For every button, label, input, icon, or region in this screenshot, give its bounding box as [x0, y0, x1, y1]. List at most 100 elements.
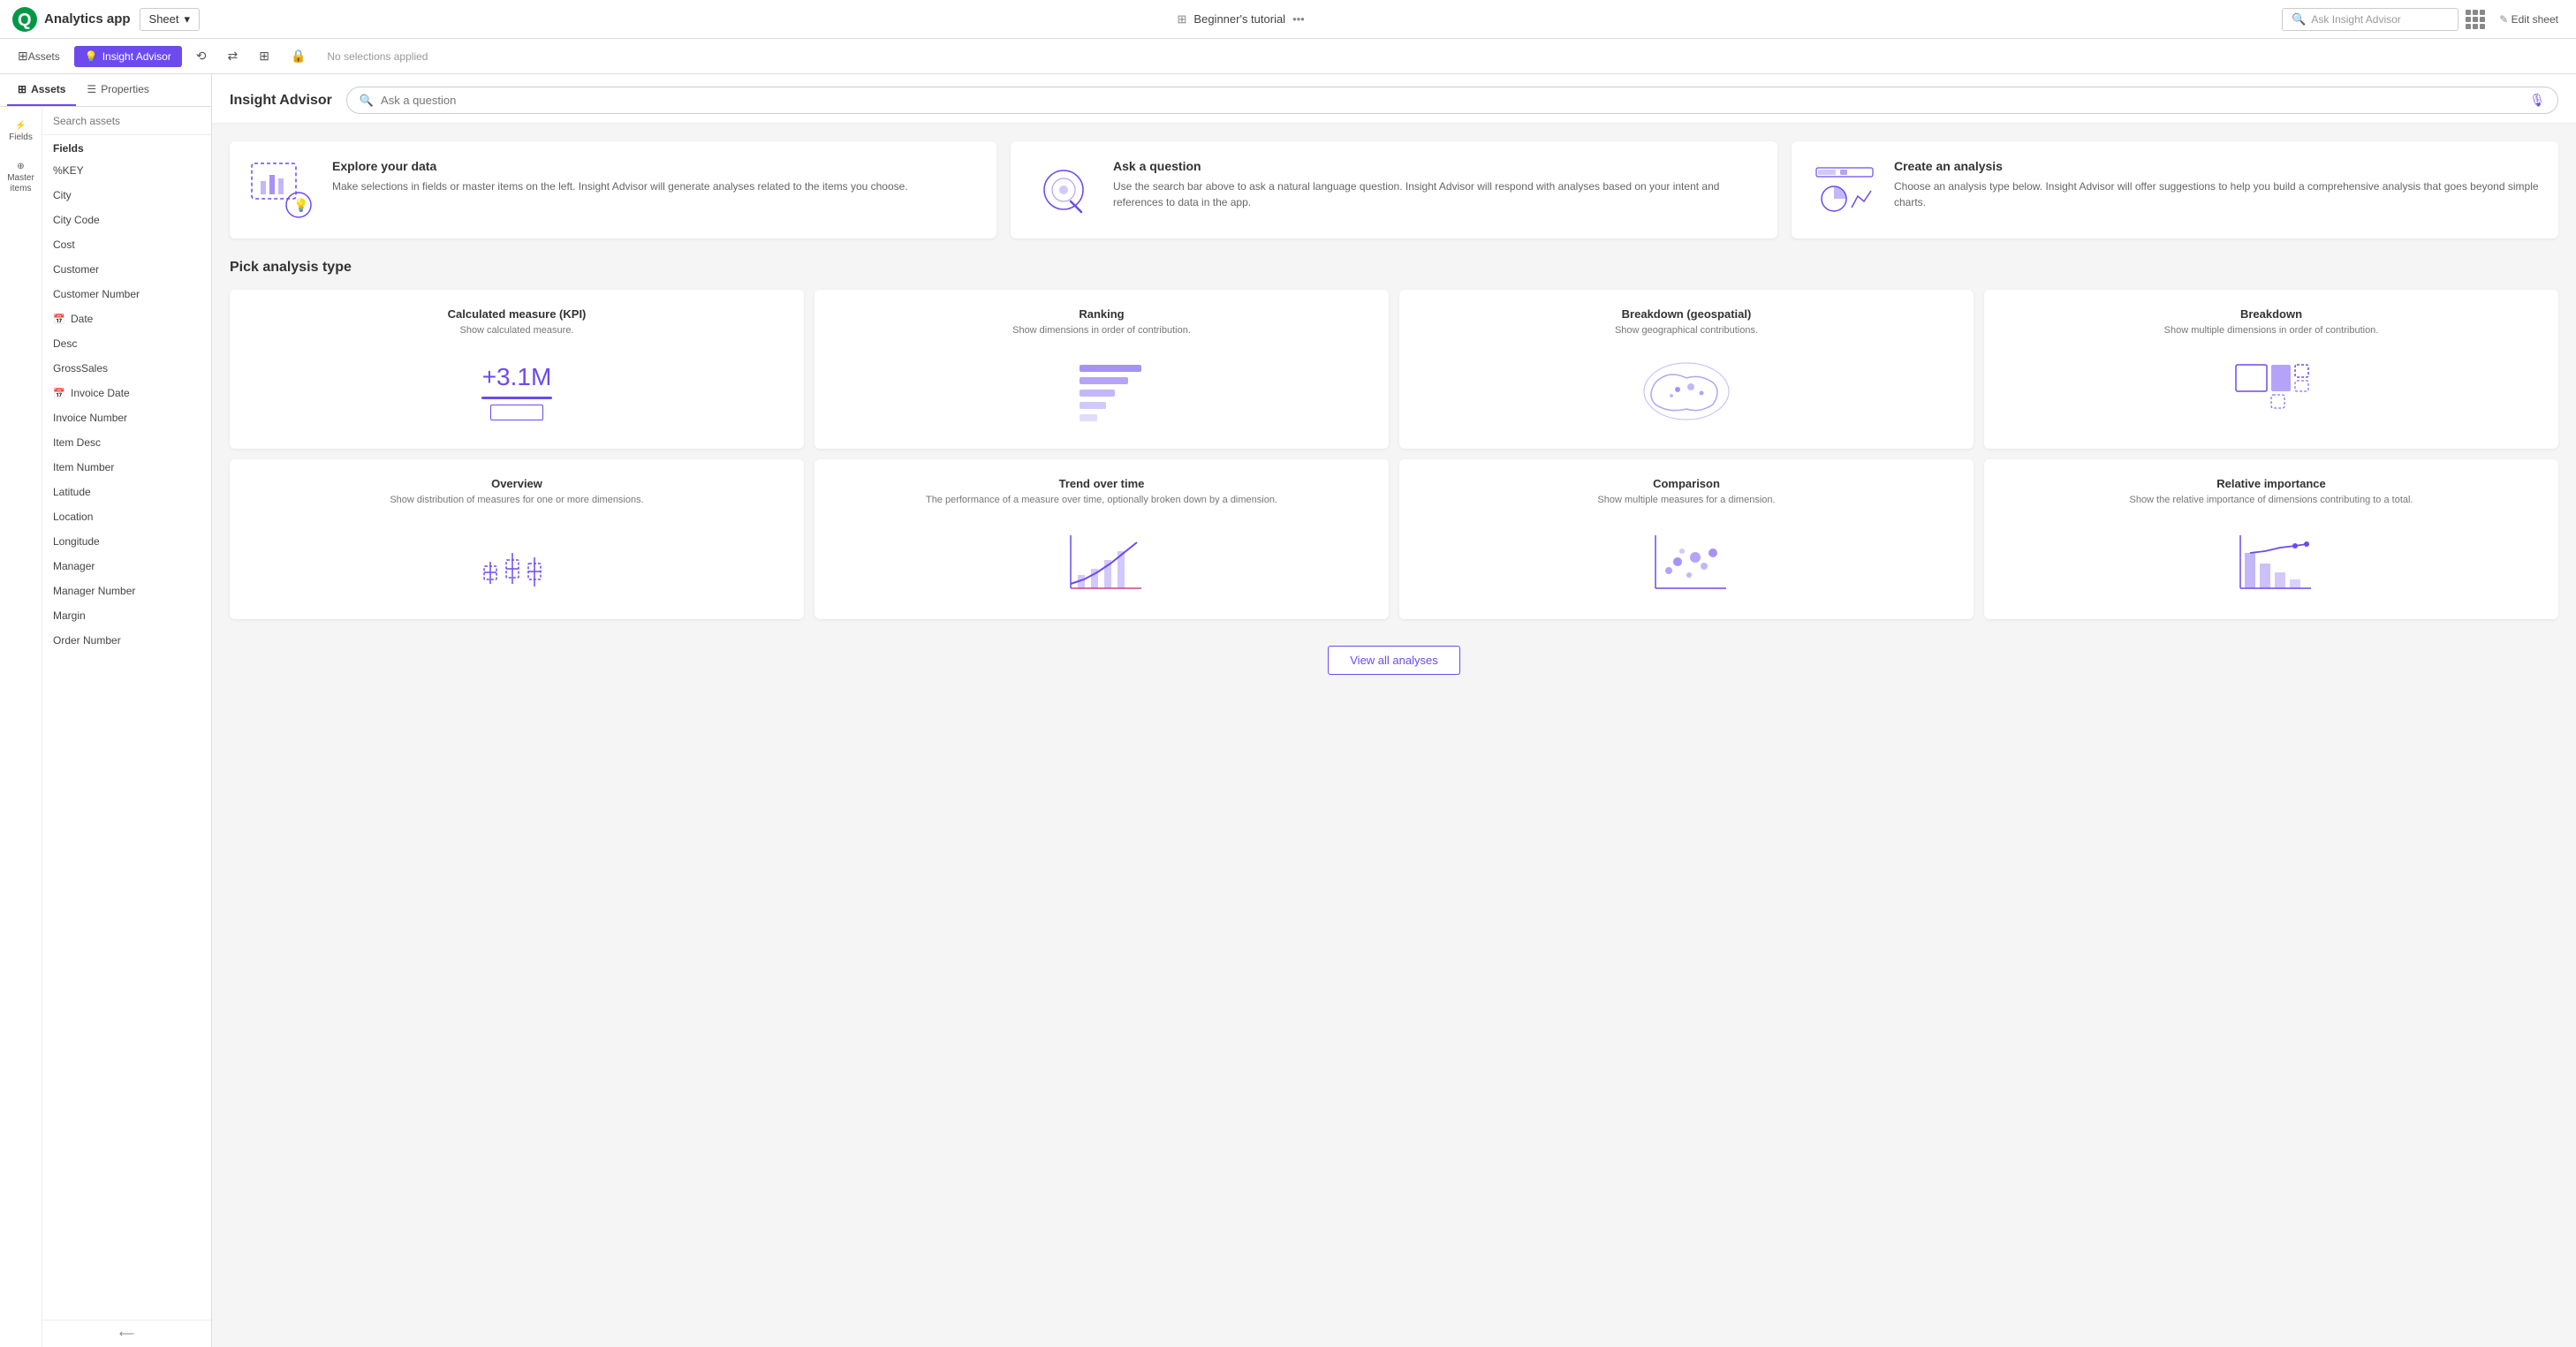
field-label-cost: Cost: [53, 238, 75, 251]
field-item-item-desc[interactable]: Item Desc: [42, 430, 211, 455]
field-label-manager-number: Manager Number: [53, 585, 135, 597]
field-label-invoice-number: Invoice Number: [53, 412, 127, 424]
field-item-invoice-date[interactable]: 📅Invoice Date: [42, 381, 211, 405]
sidebar-item-fields[interactable]: ⚡ Fields: [5, 116, 37, 148]
field-label-key: %KEY: [53, 164, 84, 177]
field-label-location: Location: [53, 511, 93, 523]
field-item-margin[interactable]: Margin: [42, 603, 211, 628]
analysis-card-overview[interactable]: Overview Show distribution of measures f…: [230, 459, 804, 618]
content-area: Insight Advisor 🔍 🎙: [212, 74, 2576, 1347]
field-item-date[interactable]: 📅Date: [42, 306, 211, 331]
toolbar-icon-4[interactable]: 🔒: [284, 44, 313, 68]
microphone-icon[interactable]: 🎙: [2529, 93, 2545, 108]
field-item-customer-number[interactable]: Customer Number: [42, 282, 211, 306]
field-item-customer[interactable]: Customer: [42, 257, 211, 282]
create-card-title: Create an analysis: [1894, 159, 2541, 173]
ask-question-bar[interactable]: 🔍 🎙: [346, 87, 2558, 114]
breakdown-geo-description: Show geographical contributions.: [1413, 324, 1959, 337]
analysis-card-comparison[interactable]: Comparison Show multiple measures for a …: [1399, 459, 1974, 618]
arrow-icon-1: ⟲: [196, 49, 207, 64]
content-header: Insight Advisor 🔍 🎙: [212, 74, 2576, 124]
sheet-dropdown-label: Sheet: [149, 12, 179, 26]
field-label-invoice-date: Invoice Date: [71, 387, 130, 399]
analysis-grid: Calculated measure (KPI) Show calculated…: [230, 290, 2558, 619]
sidebar-item-master-items[interactable]: ⊕ Master items: [5, 162, 37, 193]
assets-button[interactable]: ⊞ Assets: [11, 44, 67, 68]
field-item-key[interactable]: %KEY: [42, 158, 211, 183]
field-item-order-number[interactable]: Order Number: [42, 628, 211, 653]
trend-visual: [829, 522, 1375, 602]
no-selections-label: No selections applied: [320, 50, 435, 63]
field-item-desc[interactable]: Desc: [42, 331, 211, 356]
qlik-logo: Q Analytics app: [11, 5, 131, 34]
field-label-item-number: Item Number: [53, 461, 114, 473]
geo-visual: [1413, 352, 1959, 431]
field-label-latitude: Latitude: [53, 486, 91, 498]
analysis-card-ranking[interactable]: Ranking Show dimensions in order of cont…: [814, 290, 1389, 449]
assets-label: Assets: [28, 50, 60, 63]
collapse-button[interactable]: ⟵: [42, 1320, 211, 1347]
top-navigation: Q Analytics app Sheet ▾ ⊞ Beginner's tut…: [0, 0, 2576, 39]
toolbar-icon-3[interactable]: ⊞: [252, 44, 277, 68]
master-items-icon: ⊕: [17, 162, 24, 171]
analysis-card-trend[interactable]: Trend over time The performance of a mea…: [814, 459, 1389, 618]
trend-title: Trend over time: [829, 477, 1375, 490]
field-label-desc: Desc: [53, 337, 77, 350]
ask-card: Ask a question Use the search bar above …: [1011, 141, 1777, 238]
assets-icon: ⊞: [18, 49, 28, 64]
breakdown-geo-title: Breakdown (geospatial): [1413, 307, 1959, 321]
arrow-icon-2: ⇄: [227, 49, 238, 64]
field-item-city[interactable]: City: [42, 183, 211, 208]
field-label-date: Date: [71, 313, 93, 325]
svg-text:Q: Q: [18, 11, 32, 30]
main-layout: ⊞ Assets ☰ Properties ⚡ Fields ⊕ Master …: [0, 74, 2576, 1347]
ask-question-input[interactable]: [381, 94, 2522, 107]
toolbar-icon-2[interactable]: ⇄: [220, 44, 245, 68]
kpi-visual: +3.1M: [244, 352, 790, 431]
presentation-icon: ⊞: [1178, 12, 1187, 26]
left-panel-tabs: ⊞ Assets ☰ Properties: [0, 74, 211, 107]
insight-advisor-label: Insight Advisor: [102, 50, 171, 63]
view-all-analyses-button[interactable]: View all analyses: [1328, 646, 1459, 675]
create-card-description: Choose an analysis type below. Insight A…: [1894, 178, 2541, 210]
kpi-title: Calculated measure (KPI): [244, 307, 790, 321]
breakdown-title: Breakdown: [1998, 307, 2544, 321]
field-label-city: City: [53, 189, 72, 201]
field-item-cost[interactable]: Cost: [42, 232, 211, 257]
field-item-city-code[interactable]: City Code: [42, 208, 211, 232]
field-item-latitude[interactable]: Latitude: [42, 480, 211, 504]
analysis-card-kpi[interactable]: Calculated measure (KPI) Show calculated…: [230, 290, 804, 449]
search-bar-icon: 🔍: [360, 94, 374, 108]
fields-panel: Fields %KEYCityCity CodeCostCustomerCust…: [42, 107, 211, 1347]
more-options-icon[interactable]: •••: [1292, 12, 1305, 26]
create-card-icon: [1809, 159, 1880, 221]
properties-tab-icon: ☰: [87, 83, 96, 95]
grid-icon[interactable]: [2466, 10, 2485, 29]
analysis-card-breakdown[interactable]: Breakdown Show multiple dimensions in or…: [1984, 290, 2558, 449]
analysis-card-relative[interactable]: Relative importance Show the relative im…: [1984, 459, 2558, 618]
search-icon: 🔍: [2292, 12, 2306, 26]
tab-properties[interactable]: ☰ Properties: [76, 74, 159, 106]
field-item-manager-number[interactable]: Manager Number: [42, 579, 211, 603]
field-item-gross-sales[interactable]: GrossSales: [42, 356, 211, 381]
top-search-bar[interactable]: 🔍 Ask Insight Advisor: [2282, 8, 2459, 31]
toolbar-icon-1[interactable]: ⟲: [189, 44, 214, 68]
field-item-item-number[interactable]: Item Number: [42, 455, 211, 480]
info-cards-row: 💡 Explore your data Make selections in f…: [230, 141, 2558, 238]
field-item-manager[interactable]: Manager: [42, 554, 211, 579]
create-card: Create an analysis Choose an analysis ty…: [1792, 141, 2558, 238]
field-item-location[interactable]: Location: [42, 504, 211, 529]
field-item-invoice-number[interactable]: Invoice Number: [42, 405, 211, 430]
content-inner: 💡 Explore your data Make selections in f…: [212, 124, 2576, 710]
sheet-dropdown[interactable]: Sheet ▾: [140, 8, 201, 31]
field-label-margin: Margin: [53, 609, 86, 622]
analysis-card-breakdown-geo[interactable]: Breakdown (geospatial) Show geographical…: [1399, 290, 1974, 449]
edit-sheet-button[interactable]: ✎ Edit sheet: [2492, 10, 2565, 29]
kpi-description: Show calculated measure.: [244, 324, 790, 337]
nav-center: ⊞ Beginner's tutorial •••: [208, 12, 2273, 26]
field-item-longitude[interactable]: Longitude: [42, 529, 211, 554]
fields-icon: ⚡: [15, 121, 26, 131]
search-assets-input[interactable]: [53, 115, 201, 127]
tab-assets[interactable]: ⊞ Assets: [7, 74, 76, 106]
insight-advisor-button[interactable]: 💡 Insight Advisor: [74, 46, 182, 67]
